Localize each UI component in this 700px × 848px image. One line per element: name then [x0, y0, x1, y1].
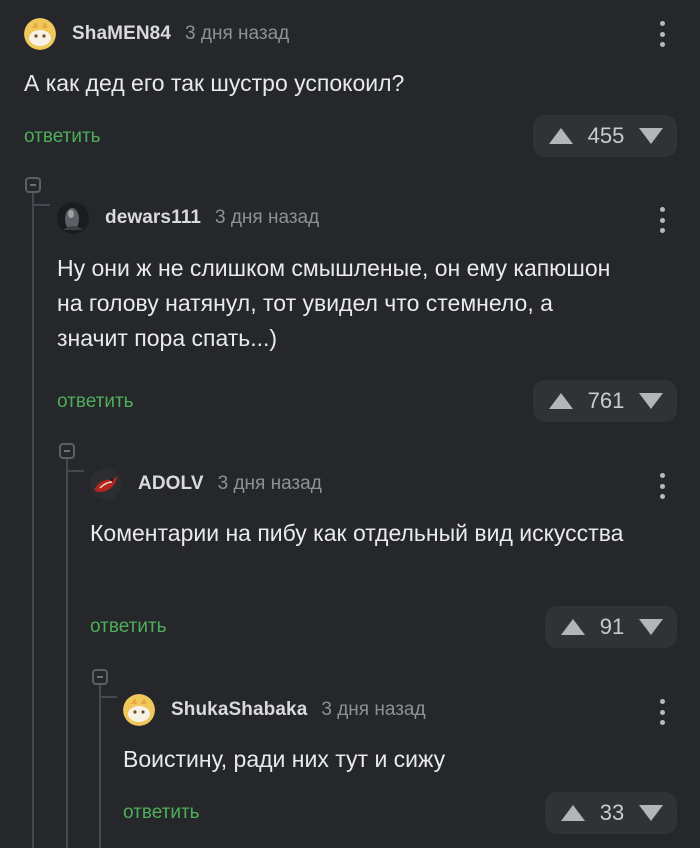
username[interactable]: dewars111 [105, 207, 201, 229]
comment-timestamp: 3 дня назад [217, 473, 322, 494]
thread-elbow-level-3 [99, 696, 117, 698]
comment-timestamp: 3 дня назад [321, 699, 426, 720]
rating-score: 761 [587, 388, 625, 413]
comment-header: ShaMEN84 3 дня назад [24, 14, 289, 54]
comment-header: ADOLV 3 дня назад [90, 464, 322, 504]
collapse-thread-button[interactable] [92, 669, 108, 685]
username[interactable]: ShaMEN84 [72, 23, 171, 45]
thread-line-level-1 [32, 193, 34, 848]
rating-widget: 33 [545, 792, 677, 834]
comment: dewars111 3 дня назад Ну они ж не слишко… [57, 198, 700, 428]
comment: ShukaShabaka 3 дня назад Воистину, ради … [123, 690, 700, 848]
default-avatar-icon[interactable] [123, 694, 155, 726]
more-options-icon[interactable] [650, 471, 674, 501]
comment-timestamp: 3 дня назад [214, 207, 320, 228]
more-options-icon[interactable] [650, 205, 674, 235]
upvote-icon[interactable] [561, 805, 585, 821]
upvote-icon[interactable] [549, 393, 573, 409]
collapse-thread-button[interactable] [25, 177, 41, 193]
comment-timestamp: 3 дня назад [185, 23, 290, 44]
downvote-icon[interactable] [639, 393, 663, 409]
collapse-thread-button[interactable] [59, 443, 75, 459]
reply-button[interactable]: ответить [57, 391, 134, 413]
default-avatar-icon[interactable] [24, 18, 56, 50]
red-bird-avatar-icon[interactable] [90, 468, 122, 500]
thread-line-level-3 [99, 685, 101, 848]
comment-text: Воистину, ради них тут и сижу [123, 746, 446, 772]
thread-line-level-2 [66, 459, 68, 848]
downvote-icon[interactable] [638, 619, 663, 635]
downvote-icon[interactable] [639, 128, 663, 144]
comment-text: Коментарии на пибу как отдельный вид иск… [90, 520, 624, 546]
rating-score: 33 [599, 800, 625, 825]
comment-text: Ну они ж не слишком смышленые, он ему ка… [57, 255, 611, 351]
upvote-icon[interactable] [549, 128, 573, 144]
username[interactable]: ADOLV [138, 473, 204, 495]
comment-header: dewars111 3 дня назад [57, 198, 319, 238]
downvote-icon[interactable] [638, 805, 663, 821]
rating-widget: 761 [533, 380, 677, 422]
reply-button[interactable]: ответить [24, 126, 101, 148]
rating-score: 455 [587, 123, 625, 148]
reply-button[interactable]: ответить [90, 616, 167, 638]
comment-text: А как дед его так шустро успокоил? [24, 70, 405, 96]
more-options-icon[interactable] [650, 697, 674, 727]
username[interactable]: ShukaShabaka [171, 699, 307, 721]
upvote-icon[interactable] [561, 619, 585, 635]
rating-widget: 91 [545, 606, 677, 648]
comment: ShaMEN84 3 дня назад А как дед его так ш… [24, 14, 700, 164]
thread-elbow-level-2 [66, 470, 84, 472]
thread-elbow-level-1 [32, 204, 50, 206]
comment: ADOLV 3 дня назад Коментарии на пибу как… [90, 464, 700, 654]
rating-widget: 455 [533, 115, 677, 157]
reply-button[interactable]: ответить [123, 802, 200, 824]
comment-header: ShukaShabaka 3 дня назад [123, 690, 426, 730]
more-options-icon[interactable] [650, 19, 674, 49]
rating-score: 91 [599, 614, 625, 639]
dark-photo-avatar-icon[interactable] [57, 202, 89, 234]
